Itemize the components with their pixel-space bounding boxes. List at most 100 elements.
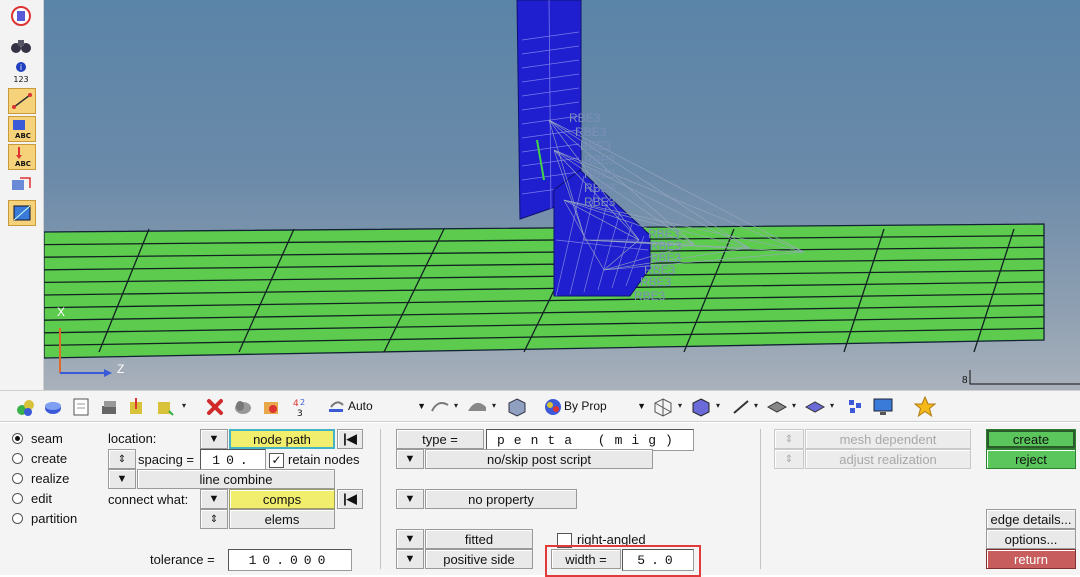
display-mode-icon[interactable] — [326, 396, 348, 418]
radio-dot-partition — [12, 513, 23, 524]
type-label: type = — [422, 431, 458, 447]
options-button[interactable]: options... — [986, 529, 1076, 549]
solids-icon[interactable] — [42, 396, 64, 418]
mode-radio-edit[interactable]: edit — [12, 491, 52, 506]
surface-display-icon[interactable] — [466, 396, 488, 418]
surface-edit-icon[interactable] — [8, 200, 36, 226]
mesh-dependent-toggle[interactable]: ⇕ — [774, 429, 804, 449]
color-mode-icon[interactable] — [542, 396, 564, 418]
tolerance-input[interactable]: 10.000 — [228, 549, 352, 571]
rbe3-label: RBE3 — [584, 153, 616, 167]
reset-selection-button[interactable]: |◀ — [337, 429, 363, 449]
shaded-dropdown-icon[interactable]: ▾ — [716, 401, 720, 410]
mode-label-create: create — [31, 451, 68, 466]
rbe3-label: RBE3 — [569, 111, 601, 125]
spacing-input[interactable]: 10. — [200, 449, 266, 471]
load-abc-icon[interactable]: ABC — [8, 144, 36, 170]
create-label: create — [1012, 431, 1050, 447]
load-collectors-icon[interactable] — [126, 396, 148, 418]
display-mode-dropdown-icon[interactable]: ▼ — [417, 401, 426, 411]
wireframe-elements-icon[interactable] — [652, 396, 674, 418]
binoculars-icon[interactable] — [8, 33, 34, 57]
mode-radio-partition[interactable]: partition — [12, 511, 77, 526]
graphics-viewport[interactable]: RBE3 RBE3 RBE3 RBE3 RBE3 RBE3 RBE3 RBE3 RBE3 RBE3… — [44, 0, 1080, 390]
retain-nodes-checkbox[interactable]: ✓ — [269, 453, 284, 468]
monitor-icon[interactable] — [872, 396, 894, 418]
elems-toggle-button[interactable]: ⇕ — [200, 509, 228, 529]
info-123-icon[interactable]: i 123 — [8, 60, 34, 84]
mask-icon[interactable] — [232, 396, 254, 418]
color-mode-select[interactable]: By Prop ▼ — [564, 395, 646, 417]
type-value-field[interactable]: penta (mig) — [486, 429, 694, 451]
star-icon[interactable] — [914, 396, 936, 418]
adjust-realization-toggle[interactable]: ⇕ — [774, 449, 804, 469]
model-browser-icon[interactable] — [8, 4, 34, 28]
return-button[interactable]: return — [986, 549, 1076, 569]
element-types-icon[interactable] — [844, 396, 866, 418]
post-script-dropdown-button[interactable]: ▼ — [396, 449, 424, 469]
scale-label: 8 — [962, 375, 968, 386]
systems-icon[interactable] — [154, 396, 176, 418]
adjust-realization-button[interactable]: adjust realization — [805, 449, 971, 469]
numbers-icon[interactable]: 42 3 — [288, 396, 310, 418]
reset-comps-button[interactable]: |◀ — [337, 489, 363, 509]
components-icon[interactable] — [14, 396, 36, 418]
type-button[interactable]: type = — [396, 429, 484, 449]
line-combine-label: line combine — [199, 471, 273, 487]
side-dropdown-button[interactable]: ▼ — [396, 549, 424, 569]
post-script-button[interactable]: no/skip post script — [425, 449, 653, 469]
measure-distance-icon[interactable] — [8, 88, 36, 114]
stack-icon[interactable] — [98, 396, 120, 418]
spacing-toggle-button[interactable]: ⇕ — [108, 449, 136, 469]
comps-selector[interactable]: comps — [229, 489, 335, 509]
mode-radio-realize[interactable]: realize — [12, 471, 69, 486]
edge-details-button[interactable]: edge details... — [986, 509, 1076, 529]
property-button[interactable]: no property — [425, 489, 577, 509]
line-combine-button[interactable]: line combine — [137, 469, 335, 489]
fitted-button[interactable]: fitted — [425, 529, 533, 549]
1d-dropdown-icon[interactable]: ▾ — [754, 401, 758, 410]
rbe3-label: RBE3 — [584, 195, 616, 209]
width-highlight-box — [545, 545, 701, 577]
mesh-dependent-button[interactable]: mesh dependent — [805, 429, 971, 449]
color-mode-dropdown-icon[interactable]: ▼ — [637, 401, 646, 411]
3d-elements-icon[interactable] — [804, 396, 826, 418]
2d-elements-icon[interactable] — [766, 396, 788, 418]
systems-dropdown-icon[interactable]: ▾ — [182, 401, 186, 410]
page-icon[interactable] — [70, 396, 92, 418]
reset-first-icon: |◀ — [343, 431, 357, 446]
svg-text:4: 4 — [293, 399, 299, 409]
shaded-elements-icon[interactable] — [690, 396, 712, 418]
create-button[interactable]: create — [986, 429, 1076, 449]
property-dropdown-button[interactable]: ▼ — [396, 489, 424, 509]
unmask-icon[interactable] — [260, 396, 282, 418]
radio-dot-edit — [12, 493, 23, 504]
mode-radio-create[interactable]: create — [12, 451, 67, 466]
comp-abc-icon[interactable]: ABC — [8, 116, 36, 142]
solid-display-icon[interactable] — [506, 396, 528, 418]
delete-icon[interactable] — [204, 396, 226, 418]
geometry-dropdown-icon[interactable]: ▾ — [454, 401, 458, 410]
transform-nodes-icon[interactable] — [8, 172, 34, 196]
display-mode-select[interactable]: Auto ▼ — [348, 395, 426, 417]
wireframe-dropdown-icon[interactable]: ▾ — [678, 401, 682, 410]
1d-elements-icon[interactable] — [730, 396, 752, 418]
fitted-dropdown-button[interactable]: ▼ — [396, 529, 424, 549]
model-view: RBE3RBE3RBE3RBE3RBE3RBE3RBE3RBE3RBE3RBE3… — [44, 0, 1080, 386]
axis-x-label: X — [57, 305, 65, 319]
down-triangle-icon: ▼ — [208, 433, 220, 445]
reject-button[interactable]: reject — [986, 449, 1076, 469]
2d-dropdown-icon[interactable]: ▾ — [792, 401, 796, 410]
line-combine-dropdown-button[interactable]: ▼ — [108, 469, 136, 489]
elems-button[interactable]: elems — [229, 509, 335, 529]
property-label: no property — [468, 491, 534, 507]
node-path-selector[interactable]: node path — [229, 429, 335, 449]
mode-radio-seam[interactable]: seam — [12, 431, 63, 446]
connect-dropdown-button[interactable]: ▼ — [200, 489, 228, 509]
location-dropdown-button[interactable]: ▼ — [200, 429, 228, 449]
positive-side-button[interactable]: positive side — [425, 549, 533, 569]
surface-dropdown-icon[interactable]: ▾ — [492, 401, 496, 410]
geometry-display-icon[interactable] — [430, 396, 452, 418]
3d-dropdown-icon[interactable]: ▾ — [830, 401, 834, 410]
post-script-label: no/skip post script — [486, 451, 592, 467]
